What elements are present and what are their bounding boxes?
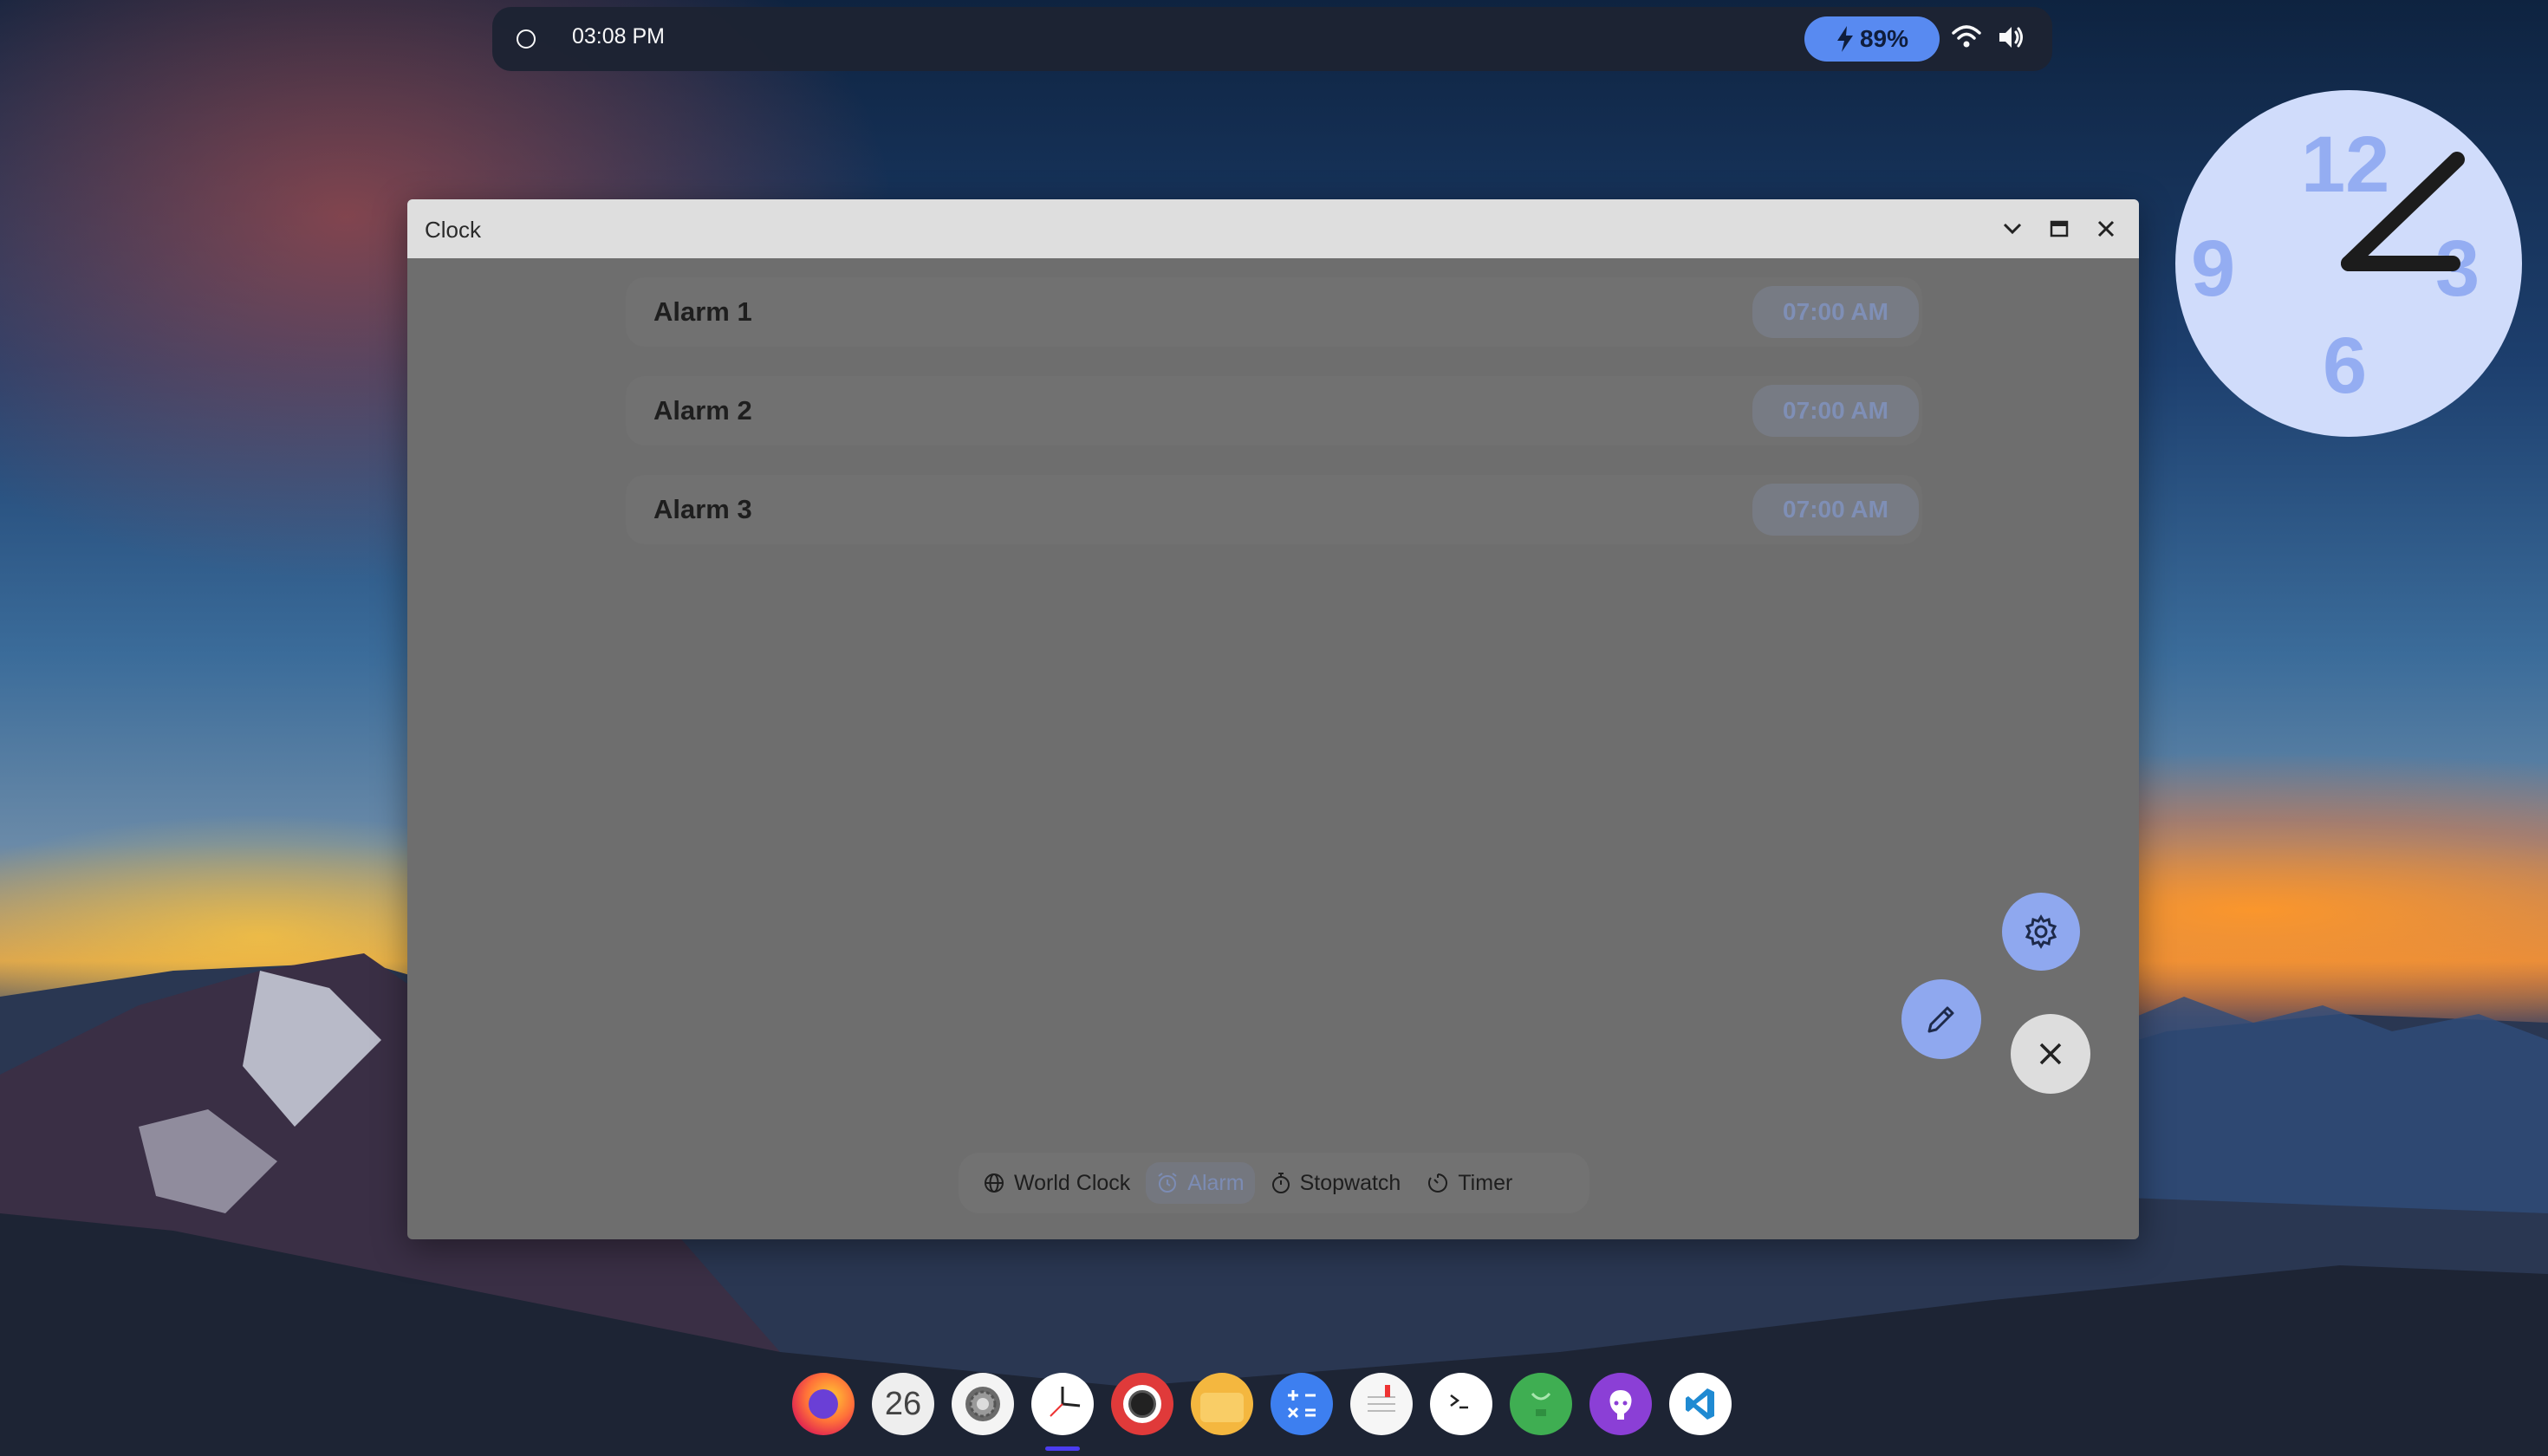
dock-store[interactable] (1508, 1371, 1574, 1437)
volume-icon[interactable] (1997, 23, 2026, 52)
tab-label: Timer (1458, 1170, 1513, 1195)
active-app-indicator (1045, 1446, 1080, 1451)
calendar-icon: 26 (872, 1373, 934, 1435)
alarm-item[interactable]: Alarm 2 07:00 AM (626, 376, 1922, 445)
timer-icon (1428, 1173, 1448, 1193)
globe-icon (985, 1173, 1004, 1193)
charging-bolt-icon (1836, 26, 1853, 52)
top-panel: 03:08 PM 89% (492, 7, 2052, 71)
dropdown-button[interactable] (1999, 215, 2026, 243)
maximize-icon (2050, 220, 2069, 237)
alarm-name: Alarm 3 (653, 494, 752, 524)
alarm-icon (1158, 1173, 1177, 1193)
tab-world-clock[interactable]: World Clock (972, 1162, 1141, 1204)
dock-vscode[interactable] (1667, 1371, 1733, 1437)
stopwatch-icon (1271, 1173, 1290, 1193)
folder-icon (1191, 1373, 1253, 1435)
dock-terminal[interactable] (1428, 1371, 1494, 1437)
bottom-tab-bar: World Clock Alarm Stopwatch Timer (959, 1153, 1589, 1213)
notes-icon (1350, 1373, 1413, 1435)
settings-fab[interactable] (2002, 893, 2080, 971)
terminal-icon (1430, 1373, 1492, 1435)
maximize-button[interactable] (2045, 215, 2073, 243)
tab-label: Stopwatch (1299, 1170, 1401, 1195)
firefox-icon (792, 1373, 855, 1435)
chevron-down-icon (2003, 223, 2022, 235)
alarm-time[interactable]: 07:00 AM (1752, 385, 1919, 437)
battery-percentage: 89% (1859, 25, 1909, 52)
panel-clock[interactable]: 03:08 PM (572, 24, 665, 49)
alarm-item[interactable]: Alarm 3 07:00 AM (626, 475, 1922, 544)
store-bag-icon (1510, 1373, 1572, 1435)
gear-icon (2025, 914, 2057, 949)
dock-calendar[interactable]: 26 (870, 1371, 936, 1437)
clock-app-window: Clock Alarm 1 07:00 AM Alarm 2 07:00 AM … (407, 199, 2139, 1239)
github-icon (1589, 1373, 1652, 1435)
clock-hands (2341, 152, 2465, 271)
dock-clock[interactable] (1030, 1371, 1095, 1451)
close-icon (2039, 1043, 2062, 1065)
edit-fab[interactable] (1901, 979, 1981, 1059)
close-window-button[interactable] (2092, 215, 2120, 243)
window-titlebar[interactable]: Clock (407, 199, 2139, 258)
clock-icon (1031, 1373, 1094, 1435)
tab-label: Alarm (1187, 1170, 1245, 1195)
alarm-time[interactable]: 07:00 AM (1752, 484, 1919, 536)
analog-clock-widget: 12 3 6 9 (2175, 90, 2522, 437)
tab-stopwatch[interactable]: Stopwatch (1260, 1162, 1412, 1204)
settings-icon (952, 1373, 1014, 1435)
vscode-icon (1669, 1373, 1732, 1435)
dock-firefox[interactable] (790, 1371, 856, 1437)
alarm-time[interactable]: 07:00 AM (1752, 286, 1919, 338)
dock-github[interactable] (1588, 1371, 1654, 1437)
calendar-day: 26 (884, 1385, 922, 1422)
screen-recorder-icon (1111, 1373, 1173, 1435)
dock-calculator[interactable] (1269, 1371, 1335, 1437)
alarm-name: Alarm 2 (653, 395, 752, 426)
alarm-name: Alarm 1 (653, 296, 752, 327)
tab-alarm[interactable]: Alarm (1146, 1162, 1255, 1204)
dock-files[interactable] (1189, 1371, 1255, 1437)
close-fab[interactable] (2011, 1014, 2090, 1094)
window-title: Clock (425, 217, 482, 243)
battery-indicator[interactable]: 89% (1804, 16, 1940, 62)
dock-screen-recorder[interactable] (1109, 1371, 1175, 1437)
tab-label: World Clock (1014, 1170, 1131, 1195)
close-icon (2097, 220, 2115, 237)
dock: 26 (790, 1371, 1733, 1451)
wifi-icon[interactable] (1951, 23, 1982, 52)
dock-notes[interactable] (1349, 1371, 1414, 1437)
activities-icon[interactable] (517, 29, 536, 49)
alarm-item[interactable]: Alarm 1 07:00 AM (626, 277, 1922, 347)
dock-settings[interactable] (950, 1371, 1016, 1437)
pencil-icon (1927, 1006, 1954, 1033)
tab-timer[interactable]: Timer (1416, 1162, 1523, 1204)
calculator-icon (1271, 1373, 1333, 1435)
